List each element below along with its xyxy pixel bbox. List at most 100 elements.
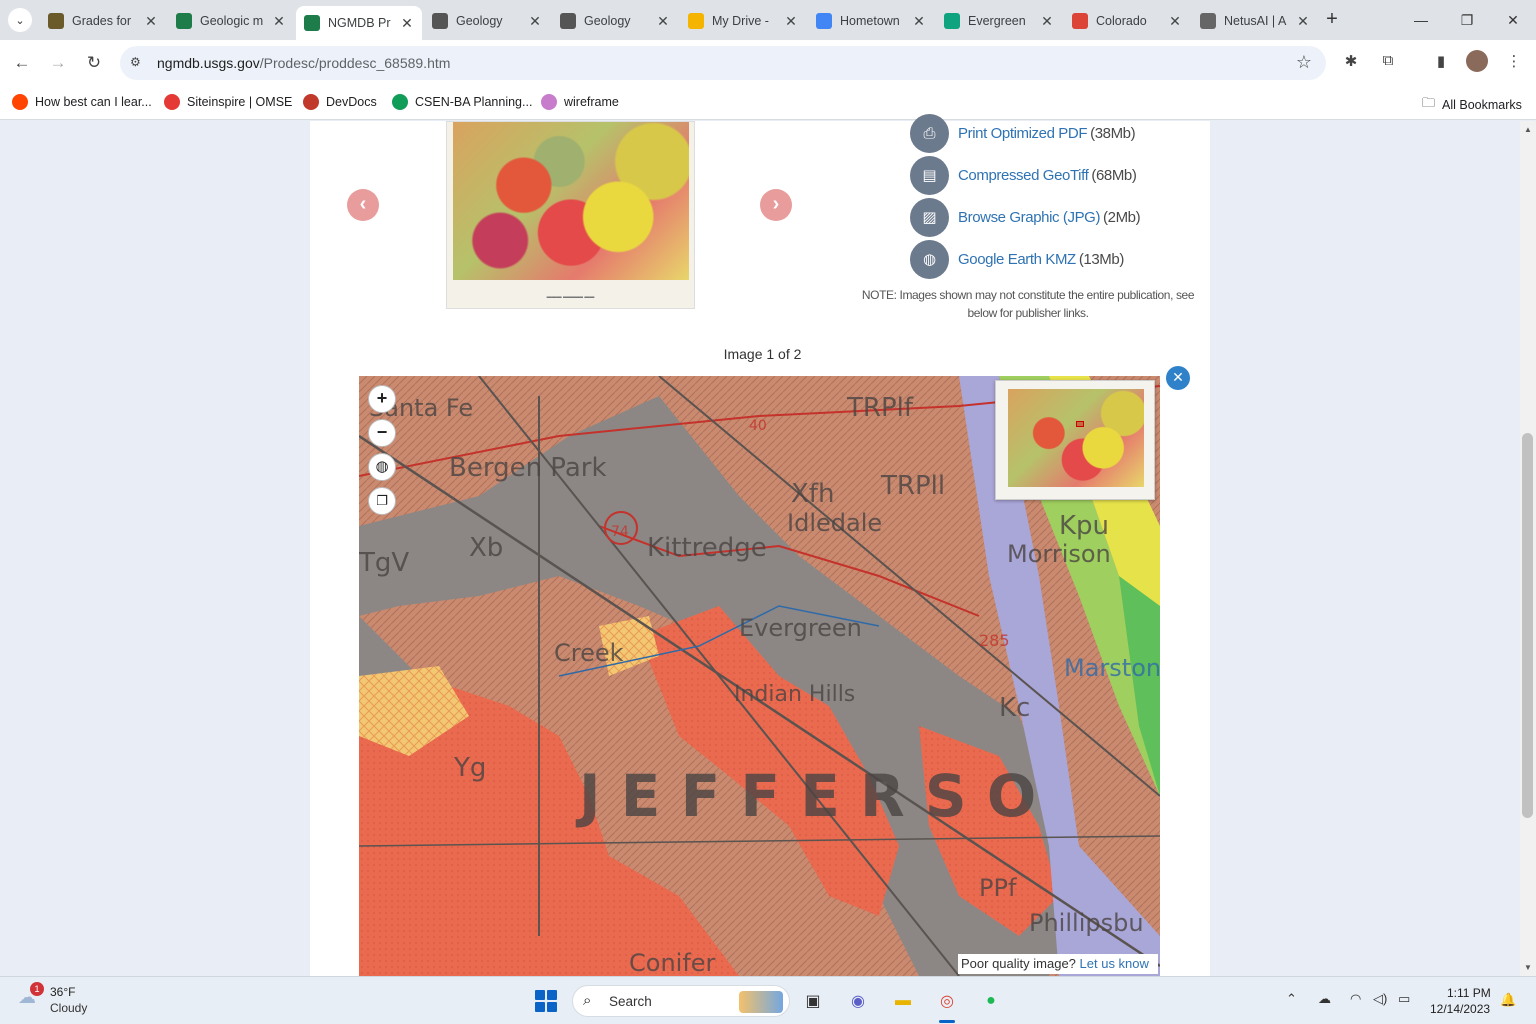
- tab-1[interactable]: Geologic m ✕: [168, 6, 294, 36]
- side-panel-icon[interactable]: ▮: [1430, 52, 1452, 74]
- bookmark-item[interactable]: Siteinspire | OMSE: [164, 94, 292, 110]
- clock-time[interactable]: 1:11 PM: [1447, 986, 1491, 1000]
- profile-avatar[interactable]: [1466, 50, 1488, 72]
- tab-4[interactable]: Geology ✕: [552, 6, 678, 36]
- tab-7[interactable]: Evergreen ✕: [936, 6, 1062, 36]
- bookmark-star-icon[interactable]: ☆: [1296, 52, 1312, 73]
- globe-icon[interactable]: ◍: [368, 453, 396, 481]
- chrome-icon[interactable]: ◎: [932, 986, 962, 1016]
- extensions-puzzle-icon[interactable]: ⧉: [1377, 52, 1399, 74]
- map-label: Phillipsbu: [1029, 909, 1144, 937]
- extension-bug-icon[interactable]: ✱: [1340, 52, 1362, 74]
- minimize-button[interactable]: —: [1406, 8, 1436, 32]
- map-label: Kittredge: [647, 533, 767, 563]
- tab-5[interactable]: My Drive - ✕: [680, 6, 806, 36]
- search-icon: ⌕: [583, 992, 592, 1009]
- let-us-know-link[interactable]: Let us know: [1080, 956, 1149, 971]
- tab-close-icon[interactable]: ✕: [528, 13, 542, 30]
- scroll-up-arrow-icon[interactable]: ▲: [1524, 125, 1532, 134]
- images-note: NOTE: Images shown may not constitute th…: [861, 288, 1195, 320]
- teams-chat-icon[interactable]: ◉: [843, 986, 873, 1016]
- restore-button[interactable]: ❐: [1452, 8, 1482, 32]
- wifi-icon[interactable]: ◠: [1350, 991, 1361, 1007]
- tab-close-icon[interactable]: ✕: [272, 13, 286, 30]
- bookmark-item[interactable]: How best can I lear...: [12, 94, 152, 110]
- map-label: TgV: [359, 548, 409, 578]
- tab-close-icon[interactable]: ✕: [912, 13, 926, 30]
- carousel-prev-button[interactable]: ‹: [347, 189, 379, 221]
- menu-kebab-icon[interactable]: ⋮: [1503, 52, 1525, 74]
- map-label: 40: [749, 418, 767, 434]
- close-window-button[interactable]: ✕: [1498, 8, 1528, 32]
- geologic-map-viewer[interactable]: Santa Fe Bergen Park Xfh TRPlf TRPll Idl…: [359, 376, 1160, 976]
- download-link[interactable]: Browse Graphic (JPG): [958, 209, 1100, 226]
- tab-close-icon[interactable]: ✕: [1040, 13, 1054, 30]
- reload-button[interactable]: ↻: [81, 51, 107, 77]
- fullscreen-icon[interactable]: ❐: [368, 487, 396, 515]
- new-tab-button[interactable]: +: [1320, 8, 1344, 32]
- page-scrollbar[interactable]: ▲ ▼: [1520, 121, 1536, 976]
- site-settings-icon[interactable]: ⚙: [130, 55, 146, 71]
- image-file-icon[interactable]: ▨: [910, 197, 949, 237]
- back-button[interactable]: ←: [9, 51, 35, 77]
- file-explorer-icon[interactable]: ▬: [888, 986, 918, 1016]
- tab-close-icon[interactable]: ✕: [656, 13, 670, 30]
- bookmarks-bar: How best can I lear... Siteinspire | OMSE…: [0, 86, 1536, 120]
- start-button[interactable]: [535, 990, 557, 1012]
- carousel-next-button[interactable]: ›: [760, 189, 792, 221]
- tab-search-button[interactable]: ⌄: [8, 8, 32, 32]
- taskbar-search[interactable]: ⌕ Search: [572, 985, 790, 1017]
- globe-icon[interactable]: ◍: [910, 239, 949, 279]
- overview-map[interactable]: [995, 380, 1155, 500]
- bookmark-item[interactable]: wireframe: [541, 94, 619, 110]
- spotify-icon[interactable]: ●: [976, 986, 1006, 1016]
- usgs-icon: [176, 13, 192, 29]
- clock-date[interactable]: 12/14/2023: [1430, 1002, 1490, 1016]
- tab-2[interactable]: NGMDB Pr ✕: [296, 6, 422, 40]
- zoom-in-button[interactable]: +: [368, 385, 396, 413]
- weather-condition[interactable]: Cloudy: [50, 1001, 87, 1015]
- scrollbar-thumb[interactable]: [1522, 433, 1533, 818]
- tab-close-icon[interactable]: ✕: [400, 15, 414, 32]
- notification-bell-icon[interactable]: 🔔: [1500, 992, 1516, 1008]
- bookmark-item[interactable]: CSEN-BA Planning...: [392, 94, 532, 110]
- map-label: Kc: [999, 693, 1030, 723]
- tray-overflow-chevron-icon[interactable]: ⌃: [1286, 991, 1297, 1007]
- download-link[interactable]: Compressed GeoTiff: [958, 167, 1089, 184]
- bookmark-favicon-icon: [164, 94, 180, 110]
- tab-3[interactable]: Geology ✕: [424, 6, 550, 36]
- all-bookmarks-label: All Bookmarks: [1442, 98, 1522, 112]
- battery-icon[interactable]: ▭: [1398, 991, 1410, 1007]
- onedrive-icon[interactable]: ☁: [1318, 991, 1331, 1007]
- tab-strip: ⌄ Grades for ✕ Geologic m ✕ NGMDB Pr ✕ Geology…: [0, 0, 1536, 40]
- map-label: TRPlf: [846, 393, 914, 423]
- pdf-icon[interactable]: ⎙: [910, 113, 949, 153]
- tab-close-icon[interactable]: ✕: [1168, 13, 1182, 30]
- address-bar[interactable]: ⚙ ngmdb.usgs.gov/Prodesc/proddesc_68589.…: [120, 46, 1326, 80]
- tab-close-icon[interactable]: ✕: [1296, 13, 1310, 30]
- tab-close-icon[interactable]: ✕: [784, 13, 798, 30]
- map-thumbnail[interactable]: ▬▬▬ ▬▬▬▬ ▬▬: [446, 121, 695, 309]
- close-viewer-button[interactable]: ✕: [1166, 366, 1190, 390]
- zoom-out-button[interactable]: −: [368, 419, 396, 447]
- bookmark-label: Siteinspire | OMSE: [187, 95, 293, 109]
- forward-button[interactable]: →: [45, 51, 71, 77]
- windows-taskbar: ☁ 1 36°F Cloudy ⌕ Search ▣ ◉ ▬ ◎ ● ⌃ ☁ ◠…: [0, 976, 1536, 1024]
- tab-6[interactable]: Hometown ✕: [808, 6, 934, 36]
- download-link[interactable]: Google Earth KMZ: [958, 251, 1076, 268]
- volume-icon[interactable]: ◁): [1373, 991, 1387, 1007]
- tab-8[interactable]: Colorado ✕: [1064, 6, 1190, 36]
- tab-0[interactable]: Grades for ✕: [40, 6, 166, 36]
- overview-extent-box[interactable]: [1076, 421, 1084, 427]
- scroll-down-arrow-icon[interactable]: ▼: [1524, 963, 1532, 972]
- file-icon[interactable]: ▤: [910, 155, 949, 195]
- tab-9[interactable]: NetusAI | A ✕: [1192, 6, 1318, 36]
- bookmark-item[interactable]: DevDocs: [303, 94, 377, 110]
- poor-quality-text: Poor quality image?: [961, 956, 1076, 971]
- download-link[interactable]: Print Optimized PDF: [958, 125, 1088, 142]
- url-text: ngmdb.usgs.gov/Prodesc/proddesc_68589.ht…: [157, 55, 451, 71]
- all-bookmarks-folder[interactable]: 🗀 All Bookmarks: [1422, 94, 1522, 116]
- weather-temp[interactable]: 36°F: [50, 985, 75, 999]
- tab-close-icon[interactable]: ✕: [144, 13, 158, 30]
- task-view-icon[interactable]: ▣: [798, 986, 828, 1016]
